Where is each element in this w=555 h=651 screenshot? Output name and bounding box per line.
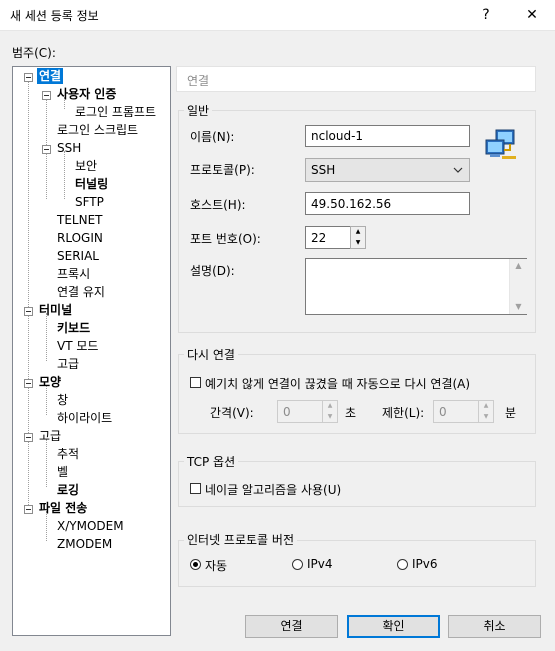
- cancel-button[interactable]: 취소: [448, 615, 541, 638]
- tree-item-terminal-advanced[interactable]: 고급: [57, 356, 79, 372]
- port-input[interactable]: [305, 226, 351, 249]
- description-label: 설명(D):: [190, 264, 235, 278]
- tree-connector: [64, 151, 65, 199]
- tree-item-login-prompt[interactable]: 로그인 프롬프트: [75, 104, 156, 120]
- interval-unit: 초: [345, 406, 357, 420]
- port-label: 포트 번호(O):: [190, 232, 261, 246]
- tree-item-proxy[interactable]: 프록시: [57, 266, 90, 282]
- collapse-icon[interactable]: [42, 91, 51, 100]
- tree-item-window[interactable]: 창: [57, 392, 68, 408]
- chevron-up-icon[interactable]: ▲: [351, 227, 365, 238]
- chevron-down-icon[interactable]: ▼: [479, 412, 493, 423]
- section-title: 연결: [187, 74, 210, 88]
- collapse-icon[interactable]: [24, 73, 33, 82]
- tcp-group-label: TCP 옵션: [184, 453, 239, 470]
- collapse-icon[interactable]: [24, 433, 33, 442]
- tree-item-user-auth[interactable]: 사용자 인증: [57, 86, 116, 102]
- tree-connector: [46, 313, 47, 361]
- host-input[interactable]: [305, 192, 470, 215]
- description-input[interactable]: [305, 258, 527, 315]
- collapse-icon[interactable]: [24, 307, 33, 316]
- host-label: 호스트(H):: [190, 198, 246, 212]
- auto-reconnect-checkbox[interactable]: [190, 377, 201, 388]
- ipv4-label[interactable]: IPv4: [307, 557, 333, 571]
- close-icon: ✕: [526, 7, 538, 23]
- limit-label: 제한(L):: [382, 406, 425, 420]
- tree-connector: [28, 79, 29, 511]
- chevron-down-icon[interactable]: ▼: [351, 238, 365, 249]
- ipv4-radio[interactable]: [292, 559, 303, 570]
- auto-reconnect-label[interactable]: 예기치 않게 연결이 끊겼을 때 자동으로 다시 연결(A): [205, 375, 470, 392]
- tree-item-highlight[interactable]: 하이라이트: [57, 410, 112, 426]
- tree-item-login-script[interactable]: 로그인 스크립트: [57, 122, 138, 138]
- section-header: 연결: [176, 66, 536, 92]
- collapse-icon[interactable]: [24, 379, 33, 388]
- chevron-down-icon[interactable]: ▼: [510, 300, 527, 314]
- ipv6-radio[interactable]: [397, 559, 408, 570]
- connect-button[interactable]: 연결: [245, 615, 338, 638]
- chevron-up-icon[interactable]: ▲: [510, 259, 527, 273]
- limit-unit: 분: [505, 406, 517, 420]
- tree-item-keyboard[interactable]: 키보드: [57, 320, 90, 336]
- tree-item-ssh[interactable]: SSH: [57, 140, 81, 156]
- ok-button[interactable]: 확인: [347, 615, 440, 638]
- general-group-label: 일반: [184, 102, 213, 119]
- computer-network-icon: [484, 128, 518, 162]
- tree-item-tunneling[interactable]: 터널링: [75, 176, 108, 192]
- ip-version-group-label: 인터넷 프로토콜 버전: [184, 531, 297, 548]
- ipv6-label[interactable]: IPv6: [412, 557, 438, 571]
- tree-item-sftp[interactable]: SFTP: [75, 194, 104, 210]
- collapse-icon[interactable]: [42, 145, 51, 154]
- limit-input[interactable]: [433, 400, 479, 423]
- tree-item-logging[interactable]: 로깅: [57, 482, 79, 498]
- ip-auto-label[interactable]: 자동: [205, 557, 227, 574]
- chevron-down-icon[interactable]: ▼: [323, 412, 337, 423]
- tree-item-vt-mode[interactable]: VT 모드: [57, 338, 98, 354]
- category-tree[interactable]: 연결 사용자 인증 로그인 프롬프트 로그인 스크립트 SSH 보안 터널링 S…: [12, 66, 171, 636]
- close-button[interactable]: ✕: [509, 0, 555, 30]
- tree-item-advanced[interactable]: 고급: [39, 428, 61, 444]
- tree-item-serial[interactable]: SERIAL: [57, 248, 99, 264]
- tree-connector: [46, 439, 47, 487]
- protocol-value: SSH: [311, 163, 336, 177]
- collapse-icon[interactable]: [24, 505, 33, 514]
- tree-item-connection[interactable]: 연결: [37, 68, 64, 84]
- ip-auto-radio[interactable]: [190, 559, 201, 570]
- category-label: 범주(C):: [12, 46, 56, 60]
- protocol-select[interactable]: SSH: [305, 158, 470, 182]
- nagle-label[interactable]: 네이글 알고리즘을 사용(U): [205, 481, 341, 498]
- chevron-up-icon[interactable]: ▲: [479, 401, 493, 412]
- interval-label: 간격(V):: [210, 406, 254, 420]
- nagle-checkbox[interactable]: [190, 483, 201, 494]
- description-scrollbar[interactable]: ▲ ▼: [509, 259, 527, 314]
- name-label: 이름(N):: [190, 130, 235, 144]
- chevron-down-icon: [453, 159, 463, 188]
- limit-stepper[interactable]: ▲ ▼: [478, 400, 494, 423]
- tree-item-file-transfer[interactable]: 파일 전송: [39, 500, 87, 516]
- reconnect-group-label: 다시 연결: [184, 346, 238, 363]
- tree-item-trace[interactable]: 추적: [57, 446, 79, 462]
- tree-item-rlogin[interactable]: RLOGIN: [57, 230, 103, 246]
- interval-input[interactable]: [277, 400, 323, 423]
- tree-item-terminal[interactable]: 터미널: [39, 302, 72, 318]
- title-bar: 새 세션 등록 정보 ? ✕: [0, 0, 555, 31]
- tree-item-appearance[interactable]: 모양: [39, 374, 61, 390]
- tree-item-zmodem[interactable]: ZMODEM: [57, 536, 112, 552]
- tree-item-keep-alive[interactable]: 연결 유지: [57, 284, 105, 300]
- tree-item-telnet[interactable]: TELNET: [57, 212, 103, 228]
- protocol-label: 프로토콜(P):: [190, 163, 255, 177]
- window-title: 새 세션 등록 정보: [10, 9, 99, 23]
- port-stepper[interactable]: ▲ ▼: [350, 226, 366, 249]
- chevron-up-icon[interactable]: ▲: [323, 401, 337, 412]
- help-button[interactable]: ?: [463, 0, 509, 30]
- interval-stepper[interactable]: ▲ ▼: [322, 400, 338, 423]
- name-input[interactable]: [305, 125, 470, 147]
- tree-item-security[interactable]: 보안: [75, 158, 97, 174]
- tree-item-xymodem[interactable]: X/YMODEM: [57, 518, 124, 534]
- tree-item-bell[interactable]: 벨: [57, 464, 68, 480]
